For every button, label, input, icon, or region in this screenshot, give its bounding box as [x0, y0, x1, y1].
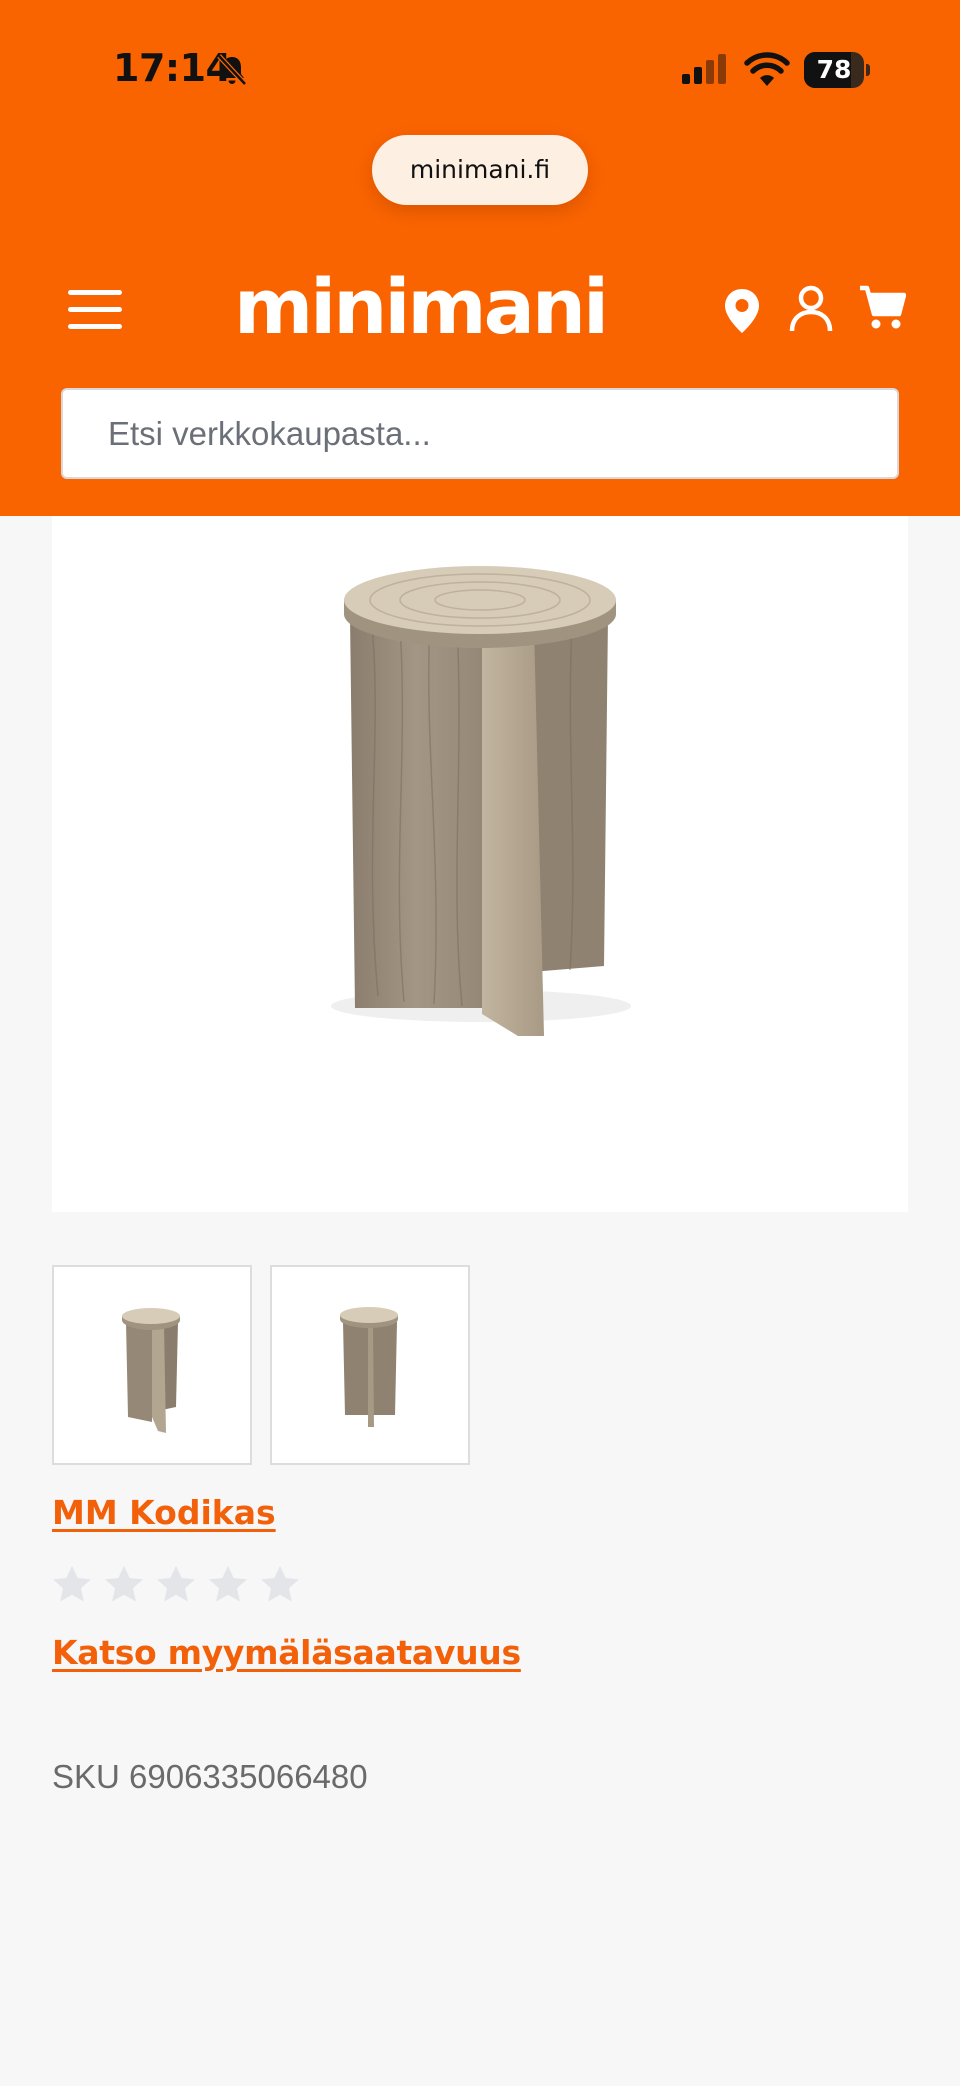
- stool-thumbnail-image: [340, 1307, 398, 1427]
- store-availability-link[interactable]: Katso myymäläsaatavuus: [52, 1633, 521, 1672]
- star-icon[interactable]: [206, 1563, 250, 1607]
- product-sku: SKU 6906335066480: [52, 1758, 368, 1795]
- account-icon[interactable]: [789, 285, 833, 333]
- product-thumbnail[interactable]: [52, 1265, 252, 1465]
- battery-level: 78: [816, 55, 852, 84]
- site-logo[interactable]: minimani: [212, 262, 628, 352]
- bell-slash-icon: [217, 54, 247, 86]
- product-main-image[interactable]: [52, 516, 908, 1212]
- product-thumbnail[interactable]: [270, 1265, 470, 1465]
- wifi-icon: [744, 52, 790, 86]
- star-icon[interactable]: [50, 1563, 94, 1607]
- site-header: 17:14 78 minimani.fi minimani: [0, 0, 960, 516]
- menu-icon[interactable]: [68, 290, 124, 330]
- star-icon[interactable]: [258, 1563, 302, 1607]
- battery-icon: 78: [804, 52, 870, 88]
- star-icon[interactable]: [102, 1563, 146, 1607]
- stool-image: [331, 566, 631, 1036]
- product-title[interactable]: MM Kodikas: [52, 1493, 276, 1532]
- cart-icon[interactable]: [858, 284, 906, 332]
- search-box[interactable]: [61, 388, 899, 479]
- browser-url-bar[interactable]: minimani.fi: [372, 135, 588, 205]
- cellular-signal-icon: [682, 54, 726, 84]
- search-input[interactable]: [108, 390, 868, 477]
- store-location-icon[interactable]: [722, 287, 762, 335]
- stool-thumbnail-image: [122, 1308, 180, 1433]
- star-icon[interactable]: [154, 1563, 198, 1607]
